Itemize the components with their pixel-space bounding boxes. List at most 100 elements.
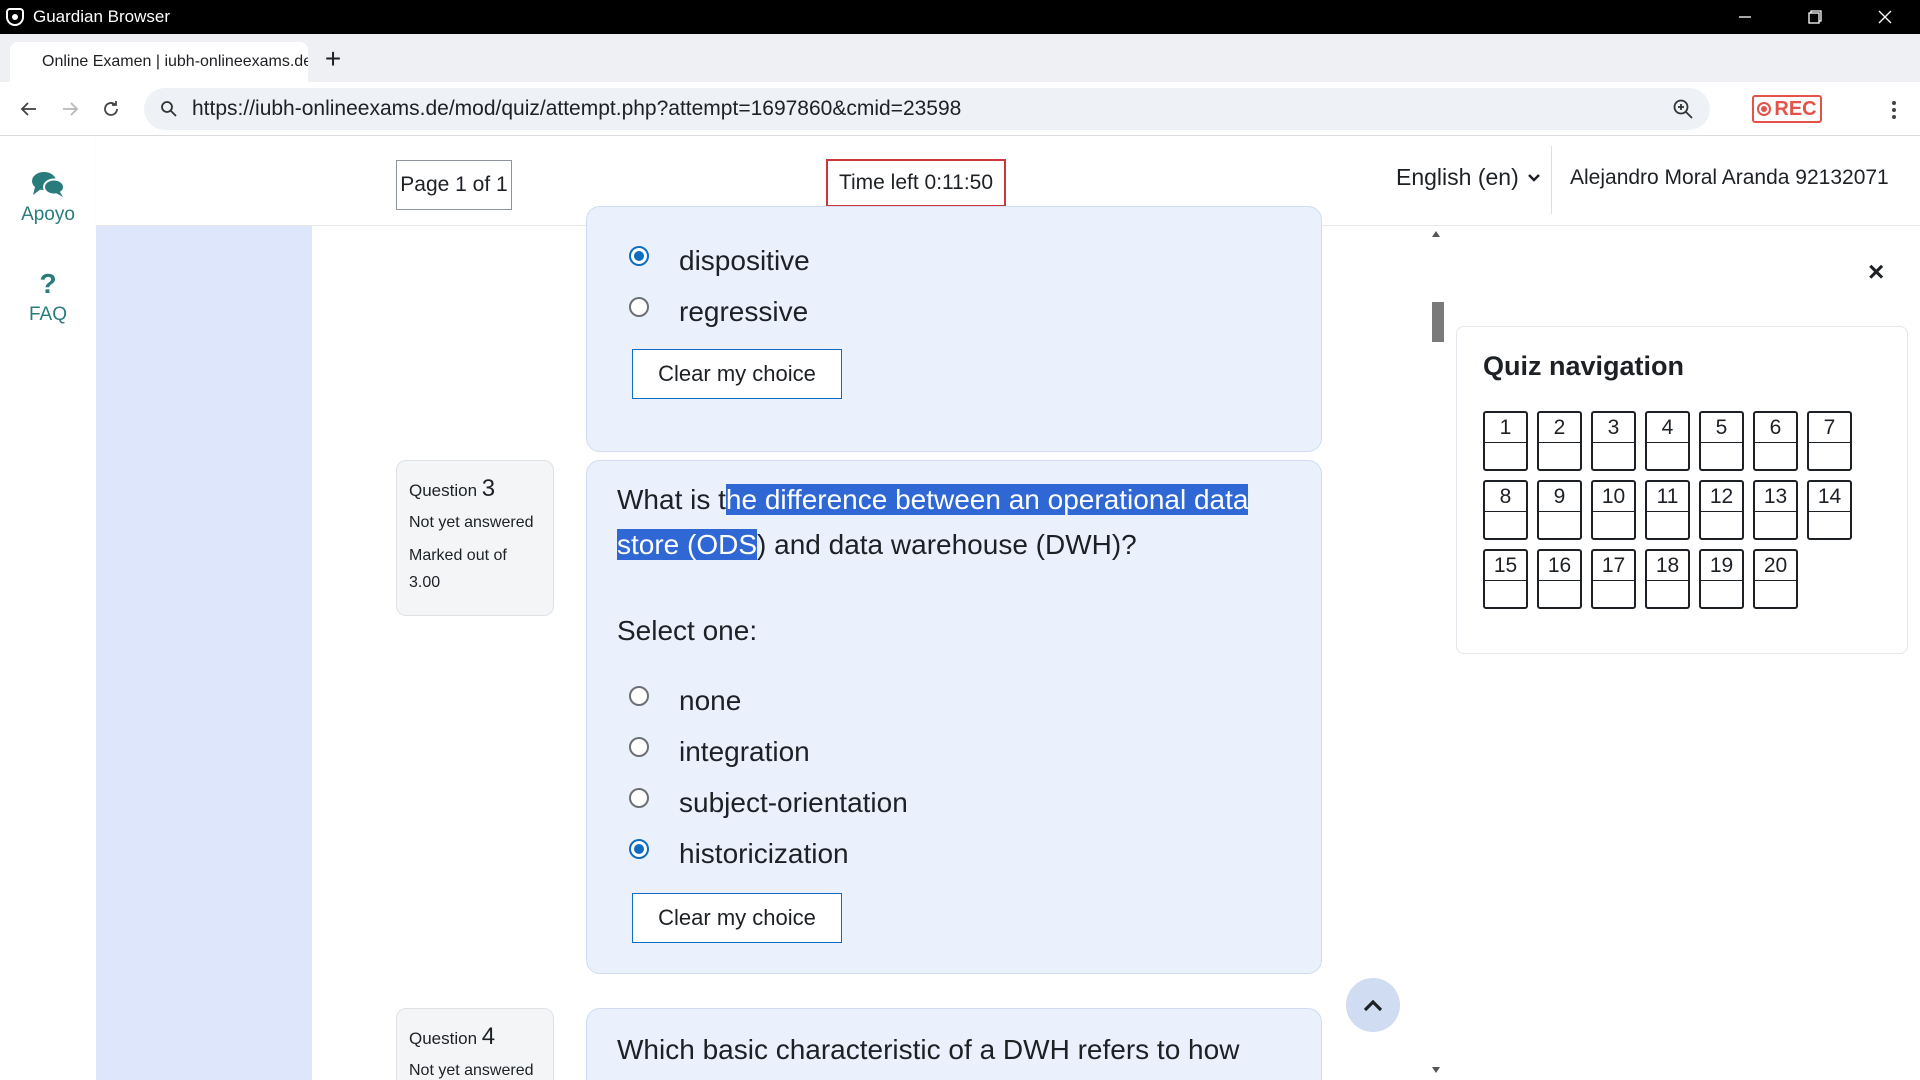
reload-icon <box>104 101 118 116</box>
window-controls <box>1710 0 1920 34</box>
option-label: dispositive <box>679 245 810 276</box>
tab-title: Online Examen | iubh-onlineexams.de <box>42 53 308 70</box>
option-label: subject-orientation <box>679 787 908 818</box>
sidebar-label-faq: FAQ <box>28 304 67 325</box>
quiz-nav-button-5[interactable]: 5 <box>1699 411 1744 471</box>
window-titlebar: Guardian Browser <box>0 0 1920 34</box>
quiz-nav-number: 8 <box>1485 482 1526 512</box>
quiz-nav-number: 7 <box>1809 413 1850 443</box>
quiz-nav-button-18[interactable]: 18 <box>1645 549 1690 609</box>
header-divider <box>1551 146 1552 214</box>
user-name[interactable]: Alejandro Moral Aranda 92132071 <box>1570 166 1889 190</box>
chat-icon <box>32 172 65 197</box>
quiz-nav-number: 20 <box>1755 551 1796 581</box>
drawer-scroll-thumb[interactable] <box>1432 302 1444 342</box>
window-title: Guardian Browser <box>33 7 171 26</box>
quiz-nav-button-11[interactable]: 11 <box>1645 480 1690 540</box>
quiz-nav-button-8[interactable]: 8 <box>1483 480 1528 540</box>
quiz-nav-number: 2 <box>1539 413 1580 443</box>
sidebar-item-apoyo[interactable]: Apoyo <box>0 170 96 226</box>
close-drawer-button[interactable]: × <box>1868 256 1884 288</box>
record-icon <box>1757 102 1772 116</box>
radio-subject-orientation[interactable] <box>629 788 649 808</box>
new-tab-button[interactable]: + <box>318 42 348 76</box>
restore-icon <box>1808 10 1822 24</box>
restore-button[interactable] <box>1780 0 1850 34</box>
text-selection: store (ODS <box>617 529 758 560</box>
recording-indicator: REC <box>1752 95 1822 123</box>
question-number: Question 4 <box>409 1023 496 1050</box>
quiz-nav-button-14[interactable]: 14 <box>1807 480 1852 540</box>
option-label: historicization <box>679 838 849 869</box>
back-to-top-button[interactable] <box>1346 978 1400 1032</box>
sidebar-item-faq[interactable]: ? FAQ <box>0 270 96 326</box>
sidebar-label-apoyo: Apoyo <box>21 204 75 225</box>
quiz-nav-number: 9 <box>1539 482 1580 512</box>
address-bar[interactable]: https://iubh-onlineexams.de/mod/quiz/att… <box>144 88 1710 130</box>
reload-button[interactable] <box>96 94 126 124</box>
quiz-nav-button-13[interactable]: 13 <box>1753 480 1798 540</box>
quiz-nav-button-20[interactable]: 20 <box>1753 549 1798 609</box>
url-text: https://iubh-onlineexams.de/mod/quiz/att… <box>192 97 962 120</box>
scroll-up-arrow-icon <box>1432 231 1440 237</box>
address-row: https://iubh-onlineexams.de/mod/quiz/att… <box>0 82 1920 136</box>
quiz-nav-number: 12 <box>1701 482 1742 512</box>
option-regressive[interactable]: regressive <box>629 296 808 328</box>
quiz-nav-button-12[interactable]: 12 <box>1699 480 1744 540</box>
left-sidebar: Apoyo ? FAQ <box>0 136 96 1080</box>
quiz-nav-number: 14 <box>1809 482 1850 512</box>
scroll-down-arrow-icon <box>1432 1067 1440 1073</box>
close-window-button[interactable] <box>1850 0 1920 34</box>
option-none[interactable]: none <box>629 685 741 717</box>
quiz-nav-number: 6 <box>1755 413 1796 443</box>
radio-none[interactable] <box>629 686 649 706</box>
option-historicization[interactable]: historicization <box>629 838 849 870</box>
radio-dispositive[interactable] <box>629 246 649 266</box>
option-subject-orientation[interactable]: subject-orientation <box>629 787 908 819</box>
question-4-card: Which basic characteristic of a DWH refe… <box>586 1008 1322 1080</box>
back-button[interactable] <box>14 94 44 124</box>
quiz-nav-button-9[interactable]: 9 <box>1537 480 1582 540</box>
page-indicator: Page 1 of 1 <box>396 160 512 210</box>
forward-button[interactable] <box>55 94 85 124</box>
zoom-icon[interactable] <box>1672 98 1694 120</box>
radio-integration[interactable] <box>629 737 649 757</box>
question-icon: ? <box>39 268 57 299</box>
quiz-nav-number: 19 <box>1701 551 1742 581</box>
drawer-scrollbar[interactable] <box>1430 228 1442 1078</box>
radio-regressive[interactable] <box>629 297 649 317</box>
radio-historicization[interactable] <box>629 839 649 859</box>
question-text: What is the difference between an operat… <box>617 484 1249 560</box>
chevron-down-icon <box>1527 173 1540 182</box>
option-dispositive[interactable]: dispositive <box>629 245 810 277</box>
clear-choice-button-q3[interactable]: Clear my choice <box>632 893 842 943</box>
quiz-nav-number: 17 <box>1593 551 1634 581</box>
minimize-button[interactable] <box>1710 0 1780 34</box>
browser-menu-button[interactable] <box>1882 96 1906 124</box>
quiz-nav-button-4[interactable]: 4 <box>1645 411 1690 471</box>
quiz-nav-button-16[interactable]: 16 <box>1537 549 1582 609</box>
arrow-left-icon <box>20 102 36 116</box>
language-selector[interactable]: English (en) <box>1396 164 1541 191</box>
quiz-nav-button-7[interactable]: 7 <box>1807 411 1852 471</box>
quiz-navigation-block: Quiz navigation 1 2 3 4 5 6 7 8 9 10 11 12 13 14 15 16 1… <box>1456 326 1908 654</box>
quiz-nav-button-10[interactable]: 10 <box>1591 480 1636 540</box>
clear-choice-button-q2[interactable]: Clear my choice <box>632 349 842 399</box>
quiz-nav-number: 11 <box>1647 482 1688 512</box>
quiz-nav-button-2[interactable]: 2 <box>1537 411 1582 471</box>
quiz-nav-button-3[interactable]: 3 <box>1591 411 1636 471</box>
question-2-card: dispositive regressive Clear my choice <box>586 206 1322 452</box>
browser-tab[interactable]: Online Examen | iubh-onlineexams.de <box>10 42 308 82</box>
question-number: Question 3 <box>409 475 496 502</box>
quiz-nav-button-19[interactable]: 19 <box>1699 549 1744 609</box>
quiz-nav-number: 4 <box>1647 413 1688 443</box>
quiz-nav-button-15[interactable]: 15 <box>1483 549 1528 609</box>
option-label: regressive <box>679 296 809 327</box>
quiz-nav-number: 1 <box>1485 413 1526 443</box>
quiz-nav-button-1[interactable]: 1 <box>1483 411 1528 471</box>
option-integration[interactable]: integration <box>629 736 810 768</box>
quiz-nav-button-17[interactable]: 17 <box>1591 549 1636 609</box>
quiz-nav-number: 3 <box>1593 413 1634 443</box>
quiz-nav-button-6[interactable]: 6 <box>1753 411 1798 471</box>
question-3-card: What is the difference between an operat… <box>586 460 1322 974</box>
